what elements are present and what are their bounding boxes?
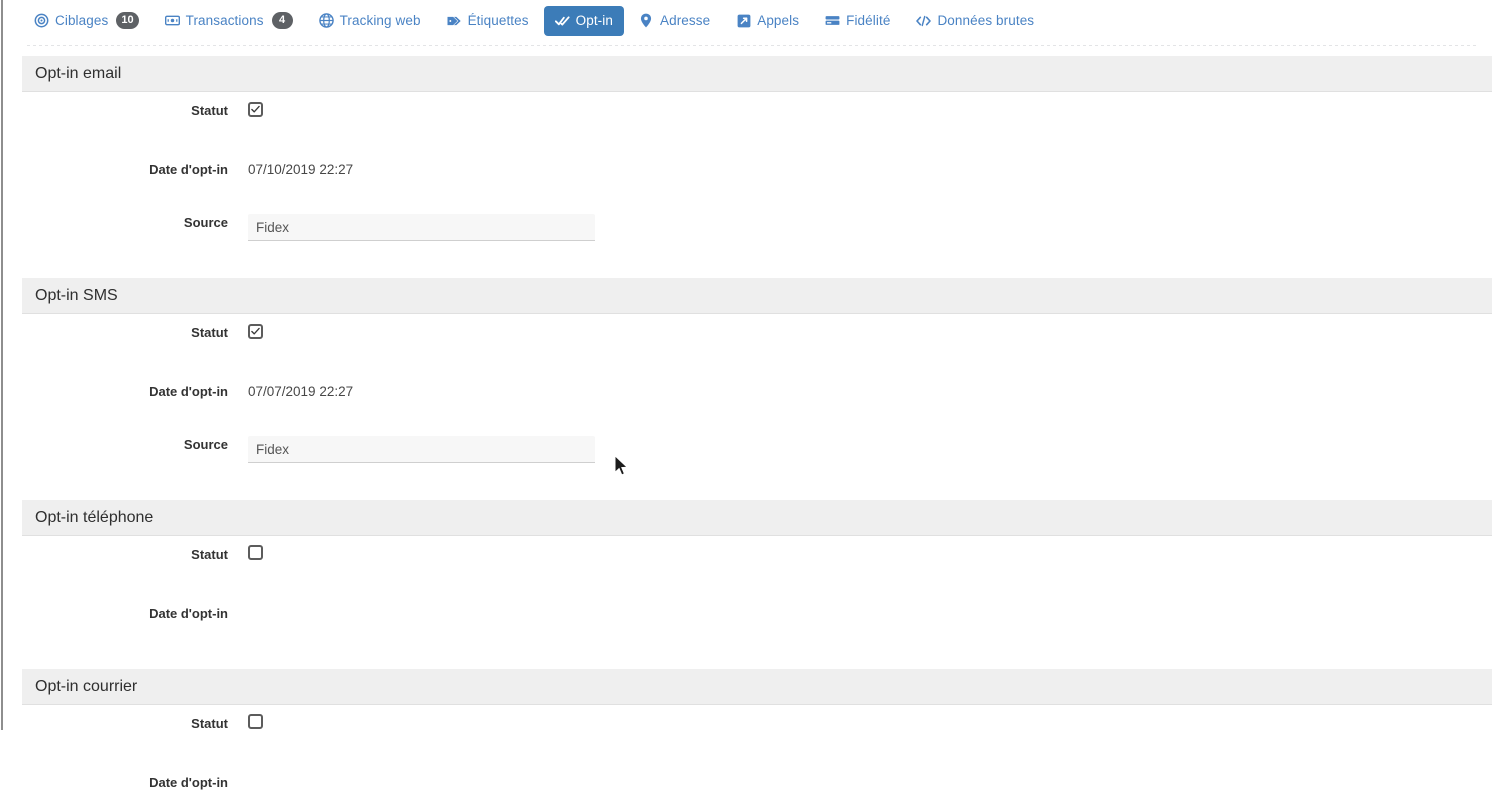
row-statut: Statut: [5, 324, 1498, 358]
statut-value: [248, 545, 1498, 565]
row-source: Source: [5, 214, 1498, 248]
row-source: Source: [5, 436, 1498, 470]
source-input[interactable]: [248, 436, 595, 463]
banknote-icon: [164, 13, 180, 28]
tab-label: Fidélité: [846, 12, 891, 28]
source-value: [248, 214, 1498, 241]
globe-icon: [318, 13, 334, 28]
statut-value: [248, 714, 1498, 734]
source-label: Source: [183, 215, 228, 230]
window-left-edge: [0, 0, 5, 730]
tab-tracking-web[interactable]: Tracking web: [308, 6, 432, 36]
source-input[interactable]: [248, 214, 595, 241]
section-opt-in-telephone: Opt-in téléphone Statut Date d'opt-in: [5, 500, 1498, 639]
statut-value: [248, 324, 1498, 341]
row-date-opt-in: Date d'opt-in: [5, 774, 1498, 808]
source-label: Source: [183, 437, 228, 452]
tab-label: Tracking web: [339, 12, 421, 28]
double-check-icon: [554, 13, 570, 28]
tab-label: Adresse: [659, 12, 711, 28]
section-title: Opt-in courrier: [22, 669, 1492, 705]
tab-transactions[interactable]: Transactions 4: [154, 6, 304, 36]
section-title: Opt-in SMS: [22, 278, 1492, 314]
section-body: Statut Date d'opt-in: [5, 536, 1498, 639]
tags-icon: [447, 13, 462, 28]
tab-badge-count: 4: [271, 12, 293, 29]
tab-appels[interactable]: Appels: [725, 6, 810, 36]
date-opt-in-label: Date d'opt-in: [149, 384, 228, 399]
statut-checkbox[interactable]: [248, 102, 263, 117]
statut-label: Statut: [191, 325, 228, 340]
section-body: Statut Date d'opt-in 07/07/2019 22:27 So…: [5, 314, 1498, 470]
opt-in-sections: Opt-in email Statut Date d'opt-in 07/10/…: [5, 56, 1498, 808]
statut-checkbox[interactable]: [248, 545, 263, 560]
tab-label: Ciblages: [55, 12, 109, 28]
source-value: [248, 436, 1498, 463]
opt-in-page: Ciblages 10 Transactions 4 Tracking web …: [5, 0, 1498, 790]
check-icon: [251, 105, 260, 113]
row-statut: Statut: [5, 714, 1498, 749]
date-opt-in-label: Date d'opt-in: [149, 775, 228, 790]
tab-badge-count: 10: [116, 12, 139, 29]
row-statut: Statut: [5, 545, 1498, 580]
statut-checkbox[interactable]: [248, 324, 263, 339]
date-opt-in-value: 07/07/2019 22:27: [248, 384, 354, 399]
code-icon: [916, 13, 932, 28]
section-title: Opt-in téléphone: [22, 500, 1492, 536]
statut-value: [248, 102, 1498, 119]
record-tabs: Ciblages 10 Transactions 4 Tracking web …: [5, 0, 1498, 41]
tab-opt-in[interactable]: Opt-in: [543, 5, 624, 36]
check-icon: [251, 327, 260, 335]
row-date-opt-in: Date d'opt-in 07/10/2019 22:27: [5, 161, 1498, 195]
section-opt-in-email: Opt-in email Statut Date d'opt-in 07/10/…: [5, 56, 1498, 248]
tab-label: Étiquettes: [467, 12, 529, 28]
statut-checkbox[interactable]: [248, 714, 263, 729]
loyalty-card-icon: [825, 13, 840, 28]
section-body: Statut Date d'opt-in: [5, 705, 1498, 808]
section-title: Opt-in email: [22, 56, 1492, 92]
row-date-opt-in: Date d'opt-in 07/07/2019 22:27: [5, 383, 1498, 417]
section-opt-in-courrier: Opt-in courrier Statut Date d'opt-in: [5, 669, 1498, 808]
section-body: Statut Date d'opt-in 07/10/2019 22:27 So…: [5, 92, 1498, 248]
section-opt-in-sms: Opt-in SMS Statut Date d'opt-in 07/07/20…: [5, 278, 1498, 470]
tabs-divider: [27, 45, 1477, 46]
call-icon: [736, 13, 751, 28]
tab-label: Appels: [757, 12, 800, 28]
row-statut: Statut: [5, 102, 1498, 136]
date-opt-in-value: 07/10/2019 22:27: [248, 162, 354, 177]
tab-donnees-brutes[interactable]: Données brutes: [905, 6, 1045, 36]
date-opt-in-label: Date d'opt-in: [149, 606, 228, 621]
tab-label: Transactions: [185, 12, 264, 28]
statut-label: Statut: [191, 716, 228, 731]
row-date-opt-in: Date d'opt-in: [5, 605, 1498, 639]
target-icon: [34, 13, 49, 28]
statut-label: Statut: [191, 547, 228, 562]
tab-ciblages[interactable]: Ciblages 10: [23, 6, 150, 36]
tab-fidelite[interactable]: Fidélité: [814, 6, 901, 36]
tab-label: Opt-in: [575, 12, 613, 28]
map-pin-icon: [639, 13, 654, 28]
tab-etiquettes[interactable]: Étiquettes: [436, 6, 540, 36]
date-opt-in-label: Date d'opt-in: [149, 162, 228, 177]
tab-adresse[interactable]: Adresse: [628, 6, 721, 36]
tab-label: Données brutes: [937, 12, 1035, 28]
statut-label: Statut: [191, 103, 228, 118]
